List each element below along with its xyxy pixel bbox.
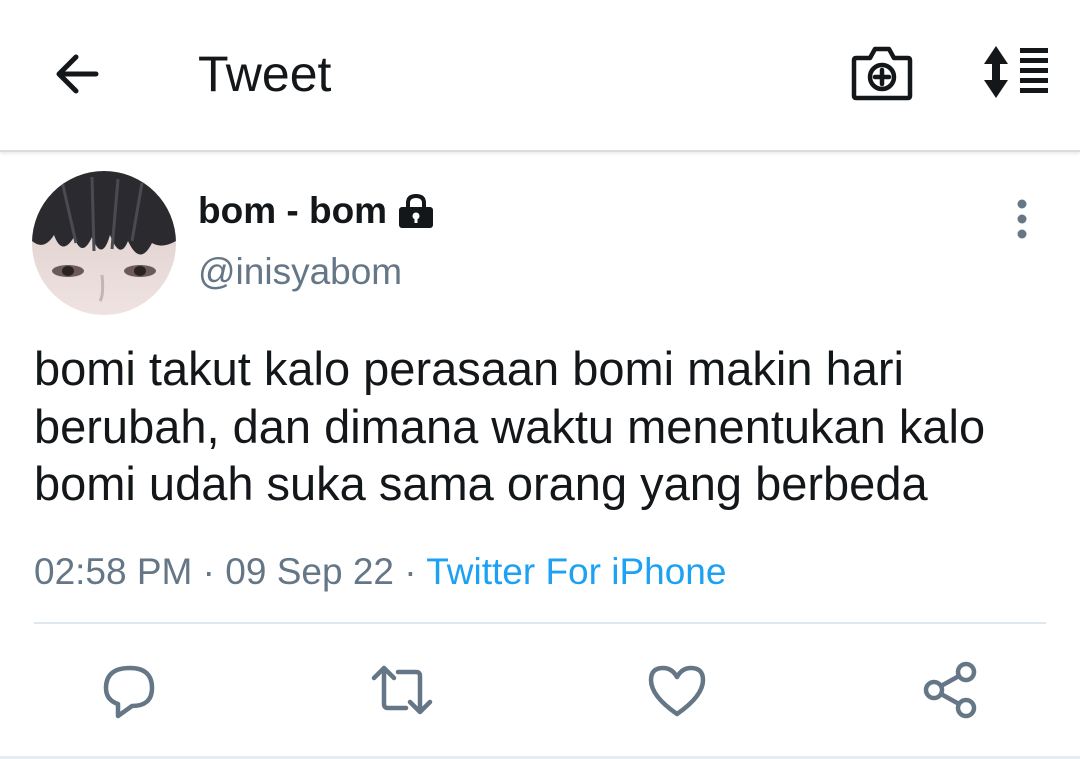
reply-icon bbox=[103, 665, 155, 719]
share-button[interactable] bbox=[920, 660, 980, 720]
tweet-detail-screen: Tweet bom - bom @inisyabom bomi takut ka… bbox=[0, 0, 1080, 759]
heart-icon bbox=[648, 665, 706, 717]
sort-thread-icon bbox=[984, 46, 1048, 98]
user-handle[interactable]: @inisyabom bbox=[198, 248, 402, 296]
avatar[interactable] bbox=[32, 171, 176, 315]
arrow-left-icon bbox=[56, 54, 99, 94]
camera-plus-icon bbox=[851, 46, 913, 101]
tweet-time: 02:58 PM bbox=[34, 551, 193, 592]
retweet-button[interactable] bbox=[370, 660, 433, 720]
tweet-text: bomi takut kalo perasaan bomi makin hari… bbox=[34, 342, 986, 510]
meta-separator: · bbox=[393, 551, 427, 592]
display-name-row: bom - bom bbox=[198, 186, 435, 236]
camera-button[interactable] bbox=[848, 40, 916, 104]
more-vertical-icon bbox=[1017, 199, 1027, 239]
tweet-date: 09 Sep 22 bbox=[225, 551, 394, 592]
meta-separator: · bbox=[192, 551, 226, 592]
page-title: Tweet bbox=[198, 46, 332, 102]
display-name[interactable]: bom - bom bbox=[198, 187, 387, 235]
reply-button[interactable] bbox=[100, 660, 160, 720]
tweet-source-link[interactable]: Twitter For iPhone bbox=[426, 551, 726, 592]
back-button[interactable] bbox=[48, 46, 108, 102]
share-icon bbox=[923, 661, 977, 719]
tweet-meta: 02:58 PM · 09 Sep 22 · Twitter For iPhon… bbox=[34, 546, 726, 598]
like-button[interactable] bbox=[647, 660, 707, 720]
avatar-image bbox=[32, 171, 176, 315]
retweet-icon bbox=[371, 665, 433, 715]
divider bbox=[34, 622, 1046, 624]
sort-thread-button[interactable] bbox=[976, 42, 1052, 102]
lock-icon bbox=[399, 193, 434, 228]
top-app-bar: Tweet bbox=[0, 0, 1080, 152]
more-options-button[interactable] bbox=[1004, 194, 1040, 244]
